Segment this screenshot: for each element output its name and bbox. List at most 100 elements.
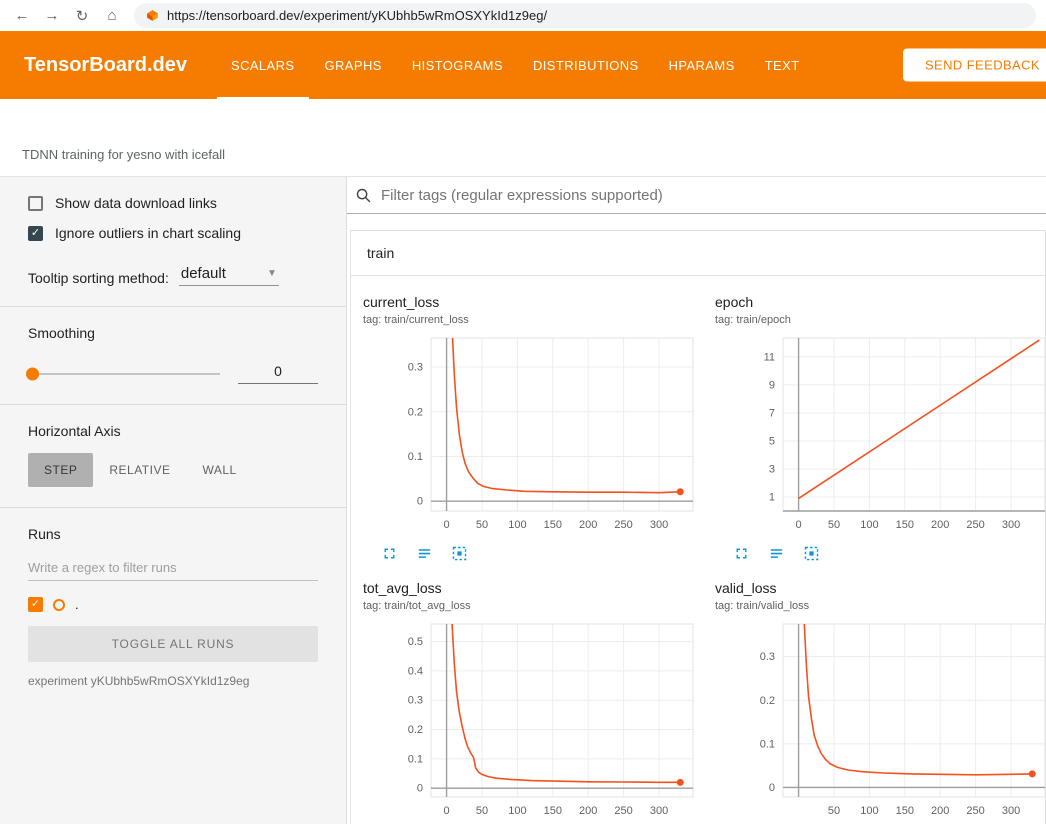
runs-filter-input[interactable]	[28, 554, 318, 581]
tag-filter-input[interactable]	[381, 187, 1038, 204]
chart-title: tot_avg_loss	[363, 580, 703, 596]
runs-label: Runs	[28, 526, 318, 542]
horizontal-axis-label: Horizontal Axis	[28, 423, 318, 439]
tooltip-sorting-row: Tooltip sorting method: default ▼	[28, 265, 318, 286]
svg-text:100: 100	[860, 805, 878, 817]
svg-text:150: 150	[896, 519, 914, 531]
chart-toolbar	[381, 545, 703, 562]
tab-hparams[interactable]: HPARAMS	[669, 31, 735, 99]
search-icon	[355, 187, 372, 204]
ignore-outliers-label: Ignore outliers in chart scaling	[55, 225, 241, 241]
tag-filter-bar	[347, 177, 1046, 214]
app-logo: TensorBoard.dev	[24, 54, 187, 77]
svg-text:7: 7	[769, 407, 775, 419]
svg-text:200: 200	[931, 805, 949, 817]
show-download-label: Show data download links	[55, 195, 217, 211]
svg-text:0.4: 0.4	[408, 665, 423, 677]
ignore-outliers-checkbox[interactable]: ✓	[28, 226, 43, 241]
reload-icon[interactable]: ↻	[70, 4, 94, 28]
content: Show data download links ✓ Ignore outlie…	[0, 177, 1046, 824]
app-header: TensorBoard.dev SCALARS GRAPHS HISTOGRAM…	[0, 31, 1046, 99]
tooltip-sorting-value: default	[181, 265, 226, 282]
chevron-down-icon: ▼	[267, 268, 277, 279]
tensorboard-favicon-icon	[146, 9, 159, 22]
chart-card-valid-loss: valid_loss tag: train/valid_loss 00.10.2…	[703, 570, 1046, 824]
smoothing-label: Smoothing	[28, 325, 318, 341]
chart-tag: tag: train/current_loss	[363, 314, 703, 326]
experiment-title-bar: TDNN training for yesno with icefall	[0, 99, 1046, 177]
axis-buttons: STEP RELATIVE WALL	[28, 453, 318, 487]
toggle-all-runs-button[interactable]: TOGGLE ALL RUNS	[28, 626, 318, 662]
svg-text:50: 50	[828, 805, 840, 817]
run-color-swatch[interactable]	[53, 599, 65, 611]
experiment-caption: experiment yKUbhb5wRmOSXYkId1z9eg	[28, 674, 318, 688]
tab-distributions[interactable]: DISTRIBUTIONS	[533, 31, 639, 99]
back-icon[interactable]: ←	[10, 4, 34, 28]
tab-graphs[interactable]: GRAPHS	[325, 31, 382, 99]
svg-text:100: 100	[508, 805, 526, 817]
line-chart[interactable]: 00.10.20.3050100150200250300	[371, 332, 701, 537]
svg-text:0.3: 0.3	[408, 362, 423, 374]
general-settings-section: Show data download links ✓ Ignore outlie…	[0, 177, 346, 306]
show-download-row: Show data download links	[28, 195, 318, 211]
smoothing-value[interactable]: 0	[238, 363, 318, 384]
svg-text:200: 200	[931, 519, 949, 531]
show-download-checkbox[interactable]	[28, 196, 43, 211]
home-icon[interactable]: ⌂	[100, 4, 124, 28]
line-chart[interactable]: 00.10.20.30.40.5050100150200250300	[371, 618, 701, 823]
tab-text[interactable]: TEXT	[765, 31, 800, 99]
url-text: https://tensorboard.dev/experiment/yKUbh…	[167, 8, 547, 23]
svg-text:5: 5	[769, 435, 775, 447]
svg-text:0.2: 0.2	[760, 695, 775, 707]
svg-text:3: 3	[769, 463, 775, 475]
send-feedback-button[interactable]: SEND FEEDBACK	[903, 49, 1046, 82]
fit-domain-icon[interactable]	[803, 545, 820, 562]
tab-scalars[interactable]: SCALARS	[231, 31, 295, 99]
axis-step-button[interactable]: STEP	[28, 453, 93, 487]
svg-text:250: 250	[614, 805, 632, 817]
chart-title: epoch	[715, 294, 1046, 310]
train-group-header[interactable]: train	[351, 231, 1045, 276]
fullscreen-icon[interactable]	[381, 545, 398, 562]
svg-text:0: 0	[417, 496, 423, 508]
svg-text:300: 300	[1002, 805, 1020, 817]
run-name: .	[75, 597, 79, 612]
chart-tag: tag: train/valid_loss	[715, 600, 1046, 612]
run-checkbox[interactable]: ✓	[28, 597, 43, 612]
svg-text:0.3: 0.3	[760, 651, 775, 663]
svg-text:0.3: 0.3	[408, 695, 423, 707]
svg-text:0.5: 0.5	[408, 636, 423, 648]
data-lines-icon[interactable]	[416, 545, 433, 562]
smoothing-slider-row: 0	[28, 363, 318, 384]
svg-text:0: 0	[417, 783, 423, 795]
chart-title: current_loss	[363, 294, 703, 310]
svg-text:0.2: 0.2	[408, 406, 423, 418]
tab-histograms[interactable]: HISTOGRAMS	[412, 31, 503, 99]
svg-text:250: 250	[966, 805, 984, 817]
tooltip-sorting-dropdown[interactable]: default ▼	[179, 265, 279, 286]
svg-text:50: 50	[476, 519, 488, 531]
runs-section: Runs ✓ . TOGGLE ALL RUNS experiment yKUb…	[0, 507, 346, 708]
fullscreen-icon[interactable]	[733, 545, 750, 562]
svg-text:0.1: 0.1	[760, 738, 775, 750]
line-chart[interactable]: 1357911050100150200250300	[723, 332, 1046, 537]
chart-toolbar	[733, 545, 1046, 562]
forward-icon[interactable]: →	[40, 4, 64, 28]
slider-thumb[interactable]	[26, 367, 39, 380]
svg-text:100: 100	[860, 519, 878, 531]
svg-text:300: 300	[650, 519, 668, 531]
nav-tabs: SCALARS GRAPHS HISTOGRAMS DISTRIBUTIONS …	[231, 31, 800, 99]
svg-text:250: 250	[614, 519, 632, 531]
address-bar[interactable]: https://tensorboard.dev/experiment/yKUbh…	[134, 3, 1036, 28]
settings-sidebar: Show data download links ✓ Ignore outlie…	[0, 177, 347, 824]
line-chart[interactable]: 00.10.20.350100150200250300	[723, 618, 1046, 823]
fit-domain-icon[interactable]	[451, 545, 468, 562]
horizontal-axis-section: Horizontal Axis STEP RELATIVE WALL	[0, 404, 346, 507]
smoothing-section: Smoothing 0	[0, 306, 346, 404]
smoothing-slider[interactable]	[28, 373, 220, 375]
svg-text:0: 0	[444, 805, 450, 817]
axis-relative-button[interactable]: RELATIVE	[93, 453, 186, 487]
axis-wall-button[interactable]: WALL	[186, 453, 252, 487]
data-lines-icon[interactable]	[768, 545, 785, 562]
svg-text:150: 150	[544, 805, 562, 817]
